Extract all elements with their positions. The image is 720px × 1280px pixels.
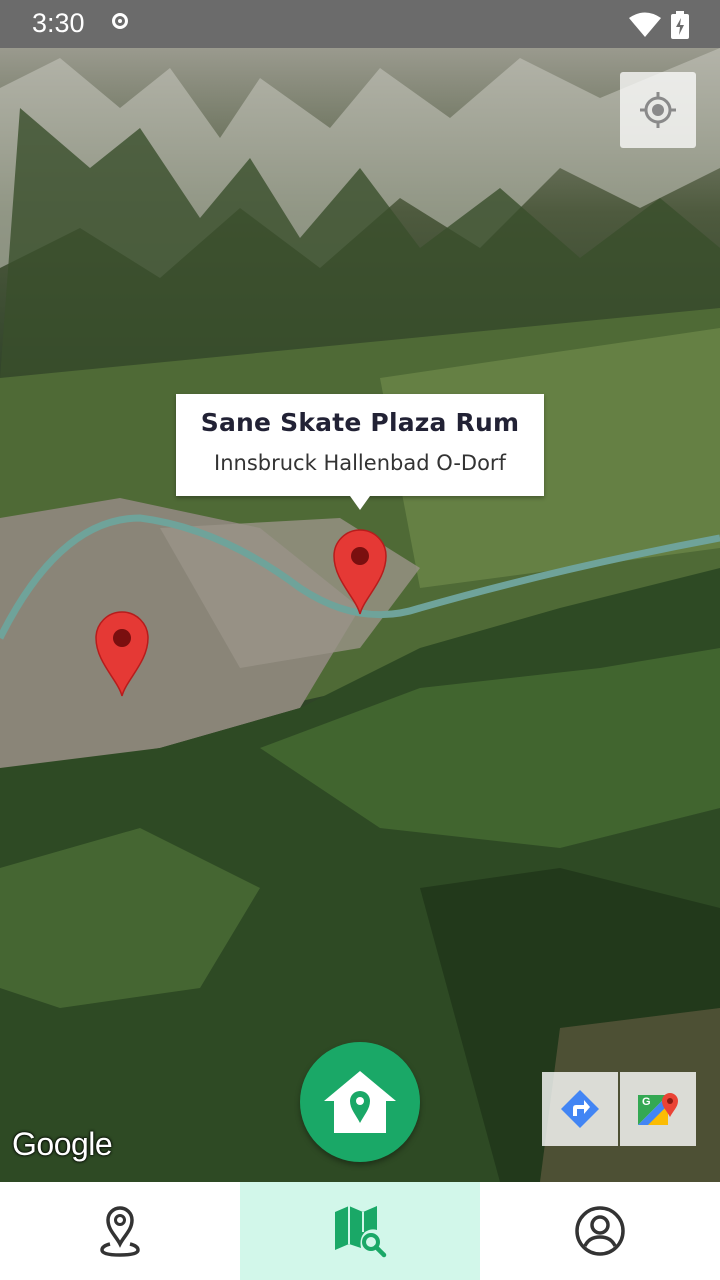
- svg-text:G: G: [642, 1096, 651, 1108]
- google-logo: Google: [12, 1126, 113, 1162]
- nav-item-map-search[interactable]: [240, 1182, 480, 1280]
- map-toolbar: G: [542, 1072, 696, 1146]
- home-pin-icon: [324, 1071, 396, 1133]
- status-time: 3:30: [32, 8, 85, 38]
- recording-icon: [112, 13, 128, 29]
- directions-icon: [561, 1090, 599, 1128]
- account-icon: [575, 1206, 625, 1256]
- map-search-icon: [335, 1206, 387, 1258]
- map-view[interactable]: Google: [0, 48, 720, 1182]
- home-location-button[interactable]: [300, 1042, 420, 1162]
- nav-item-locations[interactable]: [0, 1182, 240, 1280]
- location-pin-icon: [100, 1206, 140, 1257]
- nav-item-profile[interactable]: [480, 1182, 720, 1280]
- battery-charging-icon: [671, 11, 689, 39]
- my-location-button[interactable]: [620, 72, 696, 148]
- wifi-icon: [629, 12, 661, 37]
- bottom-navigation: [0, 1182, 720, 1280]
- directions-button[interactable]: [542, 1072, 618, 1146]
- open-in-maps-button[interactable]: G: [620, 1072, 696, 1146]
- info-window-snippet: Innsbruck Hallenbad O-Dorf: [214, 451, 506, 475]
- status-bar: 3:30: [0, 0, 720, 48]
- info-window-title: Sane Skate Plaza Rum: [200, 408, 520, 437]
- map-marker-selected[interactable]: [332, 528, 388, 616]
- crosshair-icon: [640, 92, 676, 128]
- google-maps-icon: G: [638, 1093, 678, 1125]
- marker-info-window[interactable]: Sane Skate Plaza Rum Innsbruck Hallenbad…: [176, 394, 544, 510]
- map-marker[interactable]: [94, 610, 150, 698]
